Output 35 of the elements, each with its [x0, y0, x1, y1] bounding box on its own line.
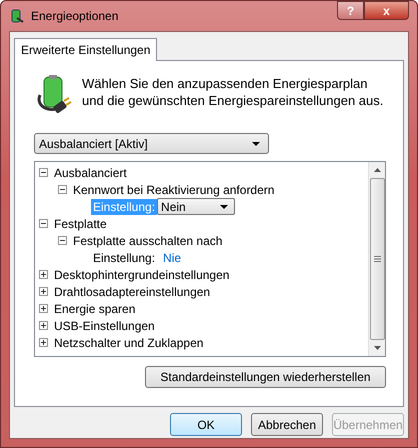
expander-icon[interactable]	[39, 338, 48, 347]
expander-icon[interactable]	[39, 219, 48, 228]
tree-item[interactable]: Ausbalanciert	[54, 166, 127, 180]
setting-dropdown[interactable]: Nein	[157, 198, 236, 215]
tree-item[interactable]: Drahtlosadaptereinstellungen	[54, 284, 210, 298]
scroll-up-icon[interactable]	[374, 168, 380, 172]
expander-icon[interactable]	[39, 287, 48, 296]
tree-item[interactable]: Festplatte ausschalten nach	[73, 234, 222, 248]
setting-value-link[interactable]: Nie	[163, 250, 182, 264]
setting-label[interactable]: Einstellung:	[91, 250, 158, 266]
expander-icon[interactable]	[58, 185, 67, 194]
dropdown-arrow-icon	[252, 142, 260, 146]
tree-item[interactable]: Kennwort bei Reaktivierung anfordern	[73, 182, 274, 196]
tree-item[interactable]: Festplatte	[54, 216, 107, 230]
window-title: Energieoptionen	[31, 9, 118, 23]
expander-icon[interactable]	[39, 321, 48, 330]
plan-dropdown[interactable]: Ausbalanciert [Aktiv]	[34, 133, 269, 154]
scrollbar-thumb[interactable]	[370, 178, 384, 340]
expander-icon[interactable]	[39, 270, 48, 279]
scrollbar[interactable]	[368, 162, 385, 356]
description-text: Wählen Sie den anzupassenden Energiesparplan und die gewünschten Energiespareinstellungen aus.	[82, 75, 384, 110]
tab[interactable]: Erweiterte Einstellungen	[14, 38, 158, 61]
tree-item[interactable]: Netzschalter und Zuklappen	[54, 336, 204, 350]
dialog-button[interactable]: Abbrechen	[251, 413, 323, 436]
expander-icon[interactable]	[39, 168, 48, 177]
restore-defaults-button[interactable]: Standardeinstellungen wiederherstellen	[145, 366, 386, 388]
close-button[interactable]: x	[364, 1, 409, 20]
dialog-button[interactable]: OK	[170, 413, 242, 436]
tree-item[interactable]: Desktophintergrundeinstellungen	[54, 268, 230, 282]
expander-icon[interactable]	[58, 236, 67, 245]
scroll-down-icon[interactable]	[374, 346, 380, 350]
expander-icon[interactable]	[39, 304, 48, 313]
tree-item[interactable]: Energie sparen	[54, 302, 136, 316]
tree-item[interactable]: USB-Einstellungen	[54, 318, 155, 332]
dropdown-arrow-icon	[220, 204, 228, 208]
